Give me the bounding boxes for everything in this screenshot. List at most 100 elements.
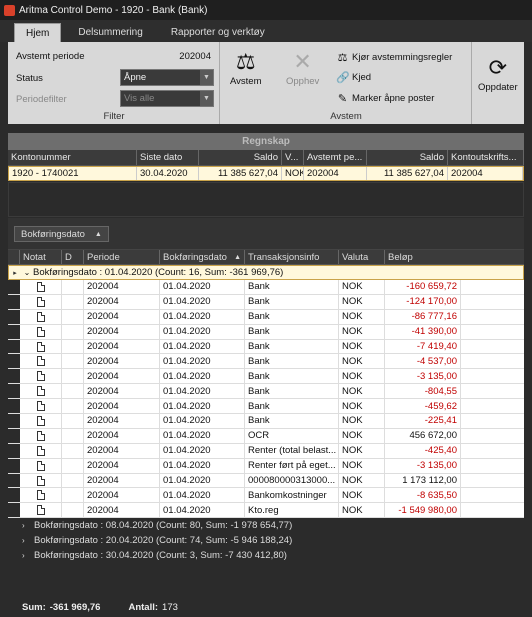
document-icon[interactable] xyxy=(36,311,45,322)
document-icon[interactable] xyxy=(36,401,45,412)
periodefilter-select[interactable]: Vis alle ▼ xyxy=(120,90,214,107)
oppdater-button[interactable]: ⟳ Oppdater xyxy=(478,54,518,93)
d-cell xyxy=(62,473,84,488)
group-row-collapsed[interactable]: › Bokføringsdato : 20.04.2020 (Count: 74… xyxy=(8,533,524,548)
group-chip-bokforingsdato[interactable]: Bokføringsdato ▲ xyxy=(14,226,109,242)
document-icon[interactable] xyxy=(36,490,45,501)
periode-cell: 202004 xyxy=(84,339,160,354)
valuta-cell: NOK xyxy=(339,488,385,503)
col-kontonummer[interactable]: Kontonummer xyxy=(8,150,137,165)
document-icon[interactable] xyxy=(36,281,45,292)
transaksjonsinfo-cell: Kto.reg xyxy=(245,503,339,518)
group-chip-label: Bokføringsdato xyxy=(21,228,85,240)
chevron-down-icon[interactable]: ▼ xyxy=(200,91,213,106)
marker-apne-poster-button[interactable]: ✎ Marker åpne poster xyxy=(336,92,434,105)
notat-cell xyxy=(20,339,62,354)
transaksjonsinfo-cell: Bank xyxy=(245,339,339,354)
table-row[interactable]: 1920 - 1740021 30.04.2020 11 385 627,04 … xyxy=(8,166,524,181)
transaksjonsinfo-cell: Bank xyxy=(245,354,339,369)
transaksjonsinfo-cell: Bank xyxy=(245,294,339,309)
table-row[interactable]: 202004 01.04.2020 OCR NOK 456 672,00 xyxy=(8,428,524,444)
kjor-avstemmingsregler-button[interactable]: ⚖ Kjør avstemmingsregler xyxy=(336,51,453,64)
refresh-icon: ⟳ xyxy=(488,55,508,80)
table-row[interactable]: 202004 01.04.2020 Bankomkostninger NOK -8 63… xyxy=(8,488,524,504)
col-d[interactable]: D xyxy=(62,250,84,264)
tab-hjem[interactable]: Hjem xyxy=(14,23,62,42)
table-row[interactable]: 202004 01.04.2020 Bank NOK -41 390,00 xyxy=(8,324,524,340)
valuta-cell: NOK xyxy=(339,369,385,384)
bokforingsdato-cell: 01.04.2020 xyxy=(160,428,245,443)
document-icon[interactable] xyxy=(36,430,45,441)
col-avstemt-periode[interactable]: Avstemt pe... xyxy=(304,150,367,165)
col-saldo[interactable]: Saldo xyxy=(199,150,282,165)
periode-cell: 202004 xyxy=(84,414,160,428)
valuta-cell: NOK xyxy=(339,473,385,488)
status-select[interactable]: Åpne ▼ xyxy=(120,69,214,86)
col-belop[interactable]: Beløp xyxy=(385,250,461,264)
periode-cell: 202004 xyxy=(84,399,160,414)
transaksjonsinfo-cell: Bank xyxy=(245,324,339,339)
document-icon[interactable] xyxy=(36,341,45,352)
document-icon[interactable] xyxy=(36,505,45,516)
table-row[interactable]: 202004 01.04.2020 Kto.reg NOK -1 549 980,00 xyxy=(8,503,524,519)
periode-cell: 202004 xyxy=(84,369,160,384)
document-icon[interactable] xyxy=(36,415,45,426)
col-valuta[interactable]: Valuta xyxy=(339,250,385,264)
tab-delsummering[interactable]: Delsummering xyxy=(67,23,153,42)
table-row[interactable]: 202004 01.04.2020 Renter ført på eget... NO… xyxy=(8,458,524,474)
document-icon[interactable] xyxy=(36,356,45,367)
document-icon[interactable] xyxy=(36,371,45,382)
col-kontoutskrift[interactable]: Kontoutskrifts... xyxy=(448,150,524,165)
chevron-right-icon[interactable]: › xyxy=(22,551,34,560)
notat-cell xyxy=(20,414,62,428)
table-row[interactable]: 202004 01.04.2020 Bank NOK -160 659,72 xyxy=(8,280,524,295)
table-row[interactable]: 202004 01.04.2020 Renter (total belast... N… xyxy=(8,443,524,459)
table-row[interactable]: 202004 01.04.2020 Bank NOK -804,55 xyxy=(8,384,524,400)
table-row[interactable]: 202004 01.04.2020 Bank NOK -86 777,16 xyxy=(8,309,524,325)
sort-ascending-icon[interactable]: ▲ xyxy=(95,231,102,238)
valuta-cell: NOK xyxy=(339,443,385,458)
col-notat[interactable]: Notat xyxy=(20,250,62,264)
chevron-right-icon[interactable]: › xyxy=(22,521,34,530)
document-icon[interactable] xyxy=(36,326,45,337)
col-saldo-2[interactable]: Saldo xyxy=(367,150,448,165)
notat-cell xyxy=(20,473,62,488)
row-indicator xyxy=(8,354,20,369)
table-row[interactable]: 202004 01.04.2020 Bank NOK -124 170,00 xyxy=(8,294,524,310)
d-cell xyxy=(62,280,84,294)
col-siste-dato[interactable]: Siste dato xyxy=(137,150,199,165)
table-row[interactable]: 202004 01.04.2020 Bank NOK -3 135,00 xyxy=(8,369,524,385)
notat-cell xyxy=(20,428,62,443)
col-periode[interactable]: Periode xyxy=(84,250,160,264)
col-valuta[interactable]: V... xyxy=(282,150,304,165)
table-row[interactable]: 202004 01.04.2020 Bank NOK -459,62 xyxy=(8,399,524,415)
avstem-button[interactable]: ⚖ Avstem xyxy=(230,48,262,87)
table-row[interactable]: 202004 01.04.2020 Bank NOK -225,41 xyxy=(8,414,524,429)
table-row[interactable]: 202004 01.04.2020 000080000313000... NOK 1 1… xyxy=(8,473,524,489)
table-row[interactable]: 202004 01.04.2020 Bank NOK -4 537,00 xyxy=(8,354,524,370)
col-bokforingsdato[interactable]: Bokføringsdato ▲ xyxy=(160,250,245,264)
document-icon[interactable] xyxy=(36,445,45,456)
transaksjonsinfo-cell: Bank xyxy=(245,399,339,414)
transactions-grid: Notat D Periode Bokføringsdato ▲ Transak… xyxy=(8,250,524,595)
table-row[interactable]: 202004 01.04.2020 Bank NOK -7 419,40 xyxy=(8,339,524,355)
chevron-down-icon[interactable]: ▼ xyxy=(200,70,213,85)
opphev-button[interactable]: ✕ Opphev xyxy=(286,48,319,87)
d-cell xyxy=(62,428,84,443)
document-icon[interactable] xyxy=(36,296,45,307)
chevron-right-icon[interactable]: › xyxy=(22,536,34,545)
document-icon[interactable] xyxy=(36,460,45,471)
bokforingsdato-cell: 01.04.2020 xyxy=(160,369,245,384)
group-row-expanded[interactable]: ▸ ⌄ Bokføringsdato : 01.04.2020 (Count: … xyxy=(8,265,524,280)
notat-cell xyxy=(20,399,62,414)
group-row-collapsed[interactable]: › Bokføringsdato : 08.04.2020 (Count: 80… xyxy=(8,518,524,533)
window-right-edge xyxy=(524,42,532,617)
document-icon[interactable] xyxy=(36,475,45,486)
notat-cell xyxy=(20,384,62,399)
tab-rapporter[interactable]: Rapporter og verktøy xyxy=(160,23,276,42)
kjed-button[interactable]: 🔗 Kjed xyxy=(336,71,371,84)
col-transaksjonsinfo[interactable]: Transaksjonsinfo xyxy=(245,250,339,264)
document-icon[interactable] xyxy=(36,386,45,397)
chevron-down-icon[interactable]: ⌄ xyxy=(21,268,33,277)
group-row-collapsed[interactable]: › Bokføringsdato : 30.04.2020 (Count: 3,… xyxy=(8,548,524,563)
